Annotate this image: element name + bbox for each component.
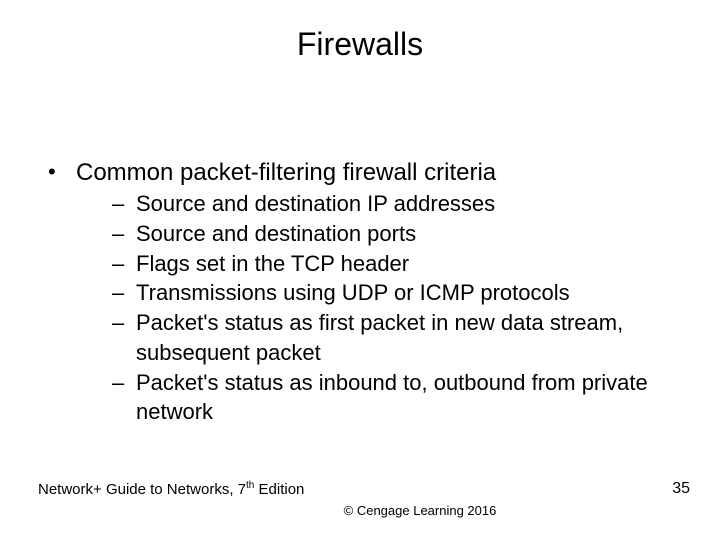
footer-left: Network+ Guide to Networks, 7th Edition — [38, 480, 304, 498]
list-item-text: Packet's status as inbound to, outbound … — [136, 368, 672, 427]
slide-title: Firewalls — [0, 0, 720, 63]
bullet-row: • Common packet-filtering firewall crite… — [48, 157, 672, 189]
list-item-text: Transmissions using UDP or ICMP protocol… — [136, 278, 672, 308]
footer-page-number: 35 — [672, 480, 690, 498]
book-title-post: Edition — [254, 481, 304, 498]
bullet-dot-icon: • — [48, 157, 76, 189]
dash-icon: – — [112, 308, 136, 367]
list-item: –Packet's status as first packet in new … — [112, 308, 672, 367]
footer-copyright: © Cengage Learning 2016 — [0, 503, 720, 518]
level1-text: Common packet-filtering firewall criteri… — [76, 157, 496, 189]
list-item-text: Flags set in the TCP header — [136, 249, 672, 279]
list-item: –Packet's status as inbound to, outbound… — [112, 368, 672, 427]
level2-list: –Source and destination IP addresses –So… — [48, 189, 672, 427]
dash-icon: – — [112, 189, 136, 219]
list-item: –Flags set in the TCP header — [112, 249, 672, 279]
book-title-pre: Network+ Guide to Networks, 7 — [38, 481, 246, 498]
list-item: –Source and destination IP addresses — [112, 189, 672, 219]
list-item-text: Packet's status as first packet in new d… — [136, 308, 672, 367]
dash-icon: – — [112, 368, 136, 427]
dash-icon: – — [112, 278, 136, 308]
list-item-text: Source and destination IP addresses — [136, 189, 672, 219]
slide-footer: Network+ Guide to Networks, 7th Edition … — [0, 480, 720, 520]
level1-bullet: • Common packet-filtering firewall crite… — [48, 157, 672, 427]
list-item: –Source and destination ports — [112, 219, 672, 249]
slide: Firewalls • Common packet-filtering fire… — [0, 0, 720, 540]
slide-body: • Common packet-filtering firewall crite… — [0, 63, 720, 427]
dash-icon: – — [112, 219, 136, 249]
dash-icon: – — [112, 249, 136, 279]
list-item-text: Source and destination ports — [136, 219, 672, 249]
list-item: –Transmissions using UDP or ICMP protoco… — [112, 278, 672, 308]
